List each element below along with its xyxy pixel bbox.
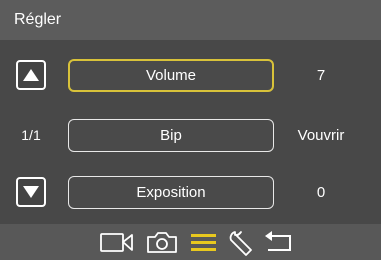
settings-screen: Régler Volume 7 1/1 Bip Vouvrir Expositi… [0, 0, 381, 260]
arrow-down-icon [23, 186, 39, 198]
beep-button[interactable]: Bip [68, 119, 274, 152]
page-title: Régler [14, 11, 62, 28]
exposure-button[interactable]: Exposition [68, 176, 274, 209]
video-camera-icon[interactable] [99, 230, 135, 254]
volume-button[interactable]: Volume [68, 59, 274, 92]
bottom-tab-bar [0, 224, 381, 260]
title-bar: Régler [0, 0, 381, 40]
beep-value: Vouvrir [297, 127, 345, 144]
scroll-up-button[interactable] [16, 60, 46, 90]
back-arrow-icon[interactable] [262, 230, 296, 254]
settings-menu: Volume 7 1/1 Bip Vouvrir Exposition 0 [0, 40, 381, 224]
arrow-up-icon [23, 69, 39, 81]
volume-value: 7 [316, 67, 326, 84]
exposure-value: 0 [316, 184, 326, 201]
wrench-icon[interactable] [227, 230, 255, 256]
menu-list-icon[interactable] [189, 230, 219, 254]
scroll-down-button[interactable] [16, 177, 46, 207]
page-indicator: 1/1 [21, 127, 41, 143]
photo-camera-icon[interactable] [145, 230, 179, 254]
